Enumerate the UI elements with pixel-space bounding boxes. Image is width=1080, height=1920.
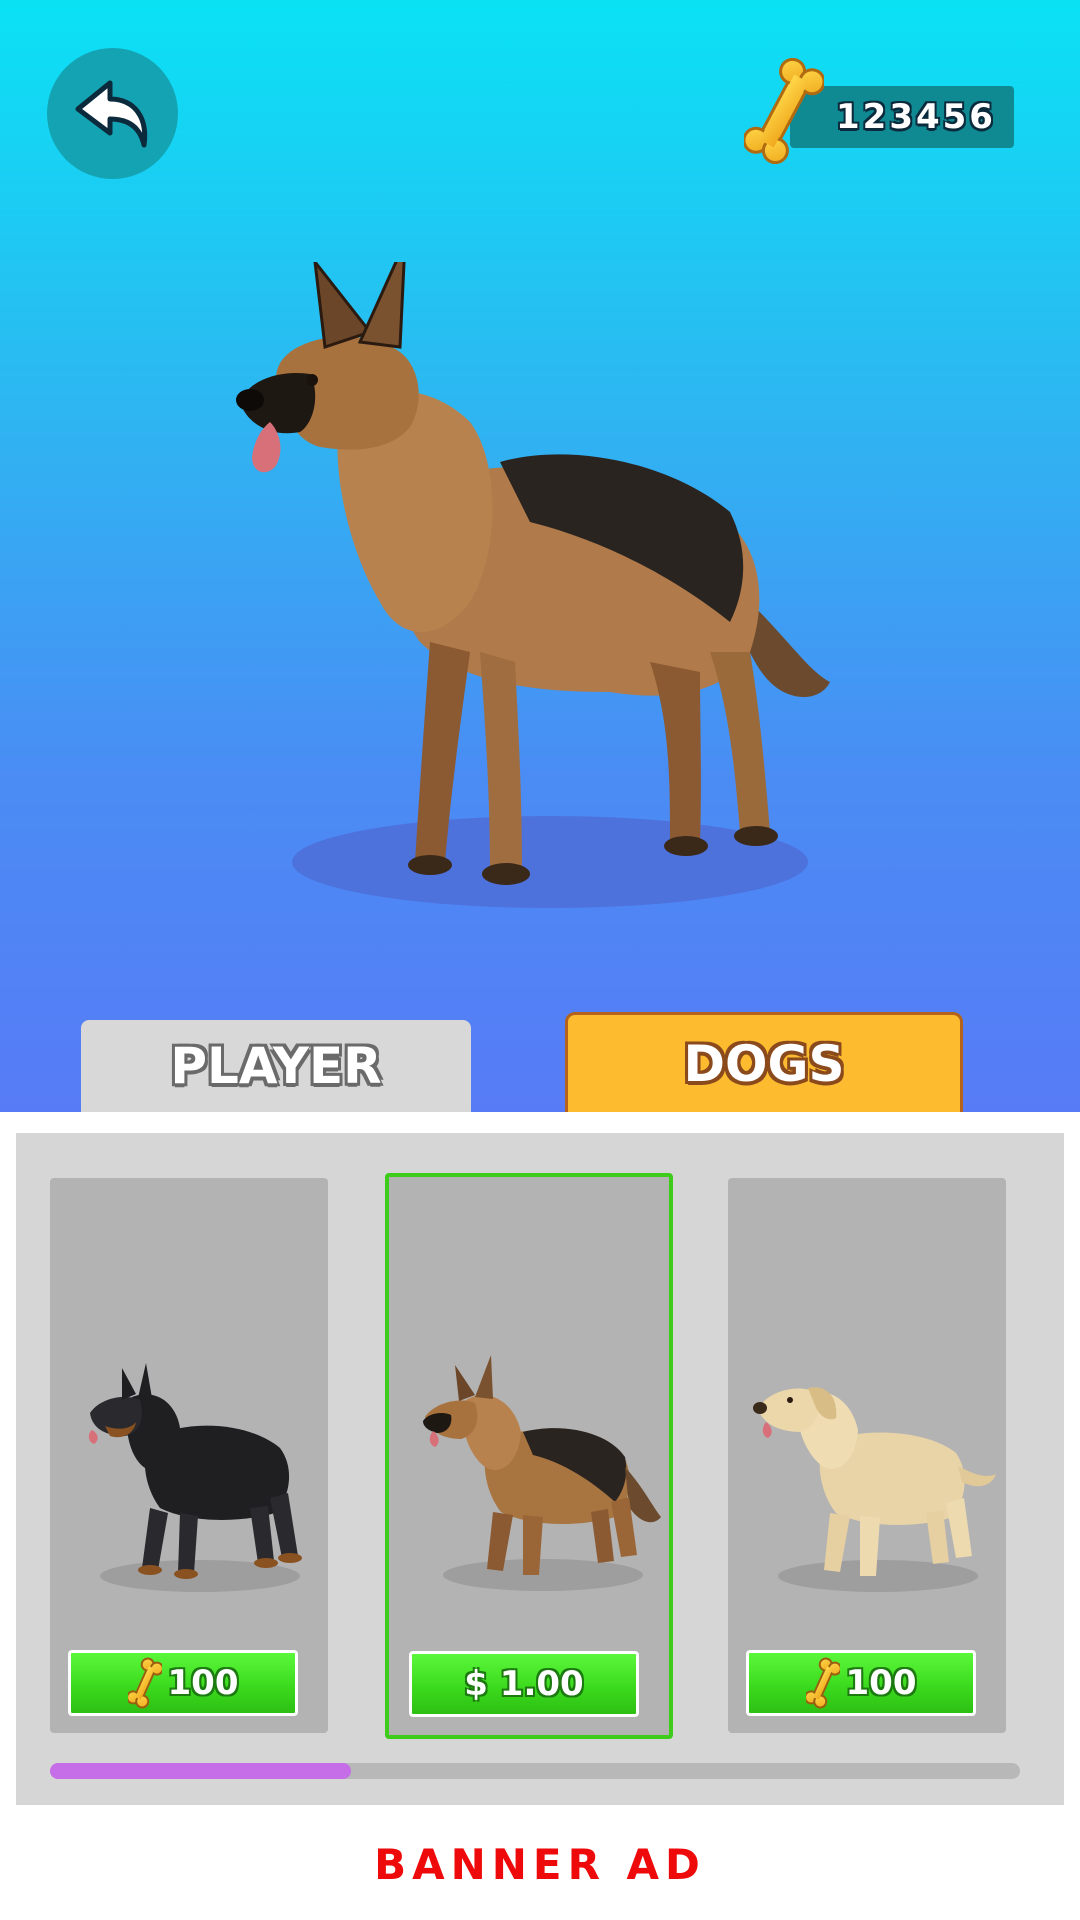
- buy-button-doberman[interactable]: 100: [68, 1650, 298, 1716]
- price-label: $ 1.00: [464, 1664, 584, 1704]
- german-shepherd-thumbnail: [423, 1355, 661, 1591]
- bone-icon: [805, 1657, 840, 1709]
- buy-button-german-shepherd[interactable]: $ 1.00: [409, 1651, 639, 1717]
- bone-icon: [127, 1657, 162, 1709]
- showcase-background: 123456 PLAYER DOGS: [0, 0, 1080, 1112]
- price-label: 100: [167, 1663, 239, 1703]
- buy-button-labrador[interactable]: 100: [746, 1650, 976, 1716]
- back-button[interactable]: [47, 48, 178, 179]
- labrador-thumbnail: [753, 1387, 996, 1592]
- scroll-progress-fill: [50, 1763, 351, 1779]
- price-label: 100: [845, 1663, 917, 1703]
- shop-panel: 100 $ 1.00 100: [16, 1133, 1064, 1805]
- shop-item-doberman[interactable]: 100: [50, 1178, 328, 1733]
- doberman-thumbnail: [88, 1363, 302, 1592]
- tab-player-label: PLAYER: [170, 1037, 382, 1095]
- tab-dogs-label: DOGS: [683, 1034, 845, 1093]
- tab-player[interactable]: PLAYER: [81, 1020, 471, 1112]
- currency-value: 123456: [836, 97, 996, 137]
- tab-dogs[interactable]: DOGS: [565, 1012, 963, 1112]
- undo-arrow-icon: [75, 80, 147, 147]
- german-shepherd-3d-model: [236, 262, 830, 908]
- banner-ad[interactable]: BANNER AD: [0, 1840, 1080, 1889]
- shop-item-german-shepherd[interactable]: $ 1.00: [385, 1173, 673, 1739]
- bone-icon: [744, 58, 824, 164]
- scroll-progress-bar[interactable]: [50, 1763, 1020, 1779]
- shop-item-labrador[interactable]: 100: [728, 1178, 1006, 1733]
